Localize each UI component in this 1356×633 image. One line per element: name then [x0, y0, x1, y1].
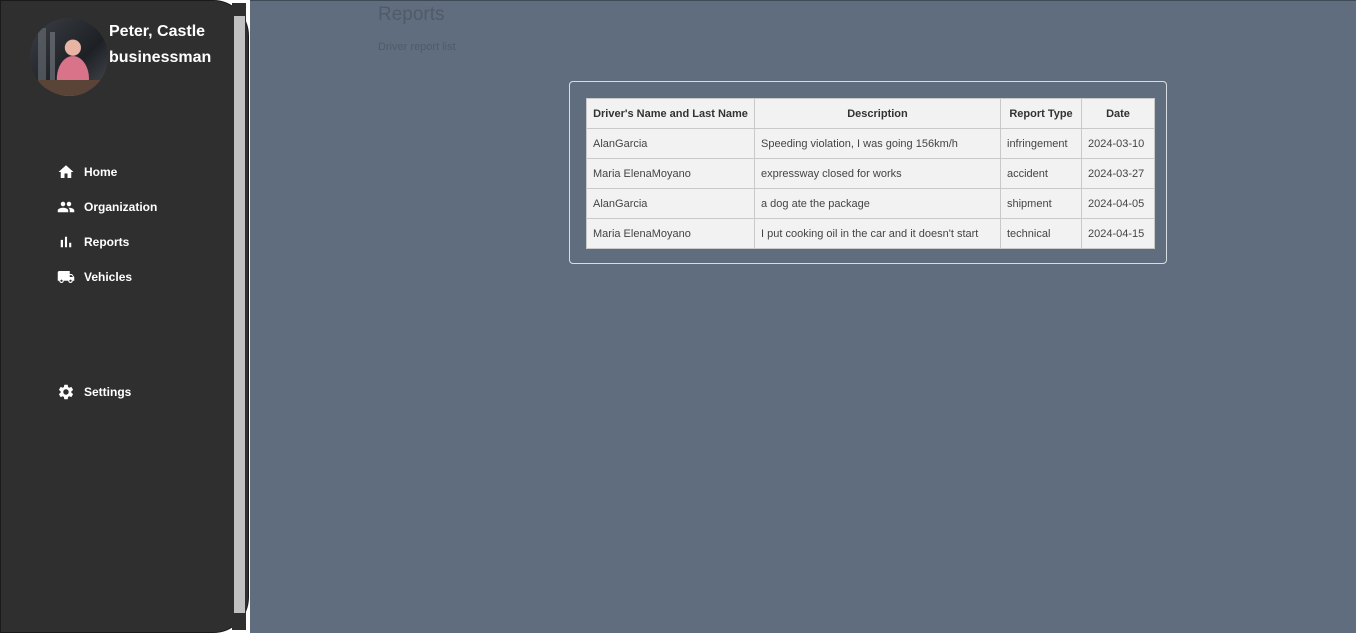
home-icon: [58, 165, 74, 178]
cell-driver: Maria ElenaMoyano: [586, 218, 755, 249]
gear-icon: [58, 384, 74, 400]
sidebar-scrollbar-thumb[interactable]: [234, 16, 245, 613]
nav-item-settings[interactable]: Settings: [57, 382, 131, 402]
cell-description: expressway closed for works: [754, 158, 1001, 189]
cell-date: 2024-03-10: [1081, 128, 1155, 159]
nav-item-reports[interactable]: Reports: [57, 232, 129, 252]
user-role: businessman: [109, 49, 212, 66]
sidebar: Peter, Castle businessman Home Organizat…: [0, 0, 249, 633]
column-header-report-type: Report Type: [1000, 98, 1082, 129]
cell-driver: Maria ElenaMoyano: [586, 158, 755, 189]
column-header-description: Description: [754, 98, 1001, 129]
cell-description: I put cooking oil in the car and it does…: [754, 218, 1001, 249]
table-row: Maria ElenaMoyano expressway closed for …: [586, 158, 1155, 189]
table-header-row: Driver's Name and Last Name Description …: [586, 98, 1155, 129]
avatar[interactable]: [30, 18, 108, 96]
page-title: Reports: [378, 4, 445, 25]
cell-report-type: accident: [1000, 158, 1082, 189]
nav-item-label: Home: [84, 165, 118, 179]
cell-date: 2024-04-15: [1081, 218, 1155, 249]
page-subtitle: Driver report list: [378, 41, 456, 53]
cell-date: 2024-03-27: [1081, 158, 1155, 189]
cell-report-type: technical: [1000, 218, 1082, 249]
cell-driver: AlanGarcia: [586, 188, 755, 219]
nav-item-home[interactable]: Home: [57, 162, 117, 182]
top-border: [250, 0, 1356, 1]
cell-report-type: shipment: [1000, 188, 1082, 219]
table-row: Maria ElenaMoyano I put cooking oil in t…: [586, 218, 1155, 249]
column-header-driver: Driver's Name and Last Name: [586, 98, 755, 129]
people-icon: [57, 201, 75, 213]
reports-table: Driver's Name and Last Name Description …: [586, 98, 1155, 249]
nav-item-label: Settings: [84, 385, 132, 399]
column-header-date: Date: [1081, 98, 1155, 129]
cell-date: 2024-04-05: [1081, 188, 1155, 219]
cell-report-type: infringement: [1000, 128, 1082, 159]
nav-item-label: Organization: [84, 200, 158, 214]
cell-description: Speeding violation, I was going 156km/h: [754, 128, 1001, 159]
nav-item-label: Vehicles: [84, 270, 133, 284]
sidebar-container: Peter, Castle businessman Home Organizat…: [0, 0, 250, 633]
avatar-background-detail: [50, 32, 55, 87]
cell-driver: AlanGarcia: [586, 128, 755, 159]
table-row: AlanGarcia Speeding violation, I was goi…: [586, 128, 1155, 159]
truck-icon: [57, 271, 75, 283]
reports-table-card: Driver's Name and Last Name Description …: [569, 81, 1167, 264]
user-name: Peter, Castle: [109, 23, 206, 40]
nav-item-vehicles[interactable]: Vehicles: [57, 267, 132, 287]
avatar-background-detail: [38, 28, 46, 88]
bar-chart-icon: [60, 236, 72, 248]
avatar-desk: [30, 80, 108, 96]
nav-item-organization[interactable]: Organization: [57, 197, 157, 217]
nav-item-label: Reports: [84, 235, 130, 249]
cell-description: a dog ate the package: [754, 188, 1001, 219]
table-row: AlanGarcia a dog ate the package shipmen…: [586, 188, 1155, 219]
